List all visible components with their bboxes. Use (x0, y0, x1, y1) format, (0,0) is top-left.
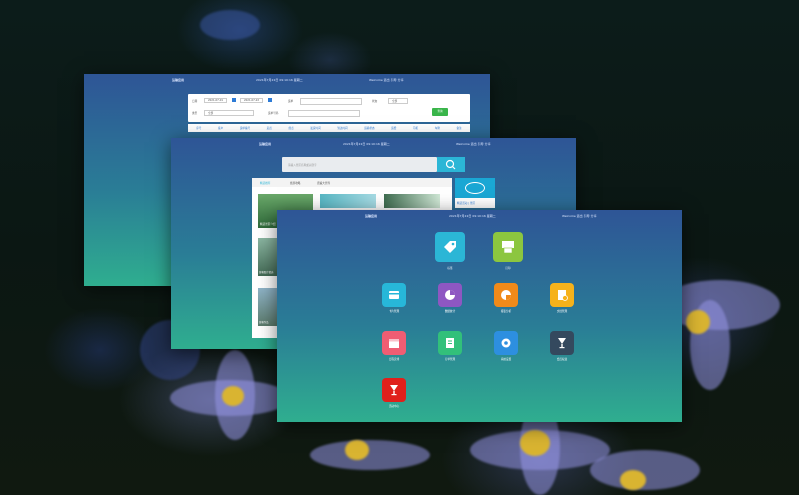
app-schedule[interactable] (382, 331, 406, 355)
top-bar: 运输应用 2021年7月22日 09:10:16 星期二 Welcome 退出 … (84, 74, 490, 86)
promo-text: 精选活动 | 景区 (457, 202, 476, 205)
app-stats[interactable] (438, 283, 462, 307)
search-button[interactable]: 查询 (432, 108, 448, 116)
promo-logo-icon (465, 182, 485, 194)
app-tag[interactable] (435, 232, 465, 262)
search-icon (445, 159, 456, 170)
app-settings[interactable] (494, 331, 518, 355)
photo-card[interactable] (320, 194, 376, 208)
printer-icon (502, 241, 514, 254)
datetime: 2021年7月22日 09:10:16 星期二 (343, 142, 390, 146)
card-icon (389, 291, 399, 299)
app-title: 运输应用 (172, 78, 185, 82)
status-label: 状态 (372, 100, 378, 103)
results-table: 序号 客户 运单编号 起点 终点 发货时间 到达时间 运输状态 运费 司机 车牌… (188, 124, 470, 132)
date-label: 日期 (192, 100, 198, 103)
app-label: 会员权益 (556, 358, 568, 361)
top-bar: 运输应用 2021年7月22日 09:10:16 星期二 Welcome 退出 … (277, 210, 682, 222)
field-input[interactable] (300, 98, 362, 105)
column-header: 发货时间 (310, 127, 321, 130)
cup-icon (390, 385, 398, 396)
app-label: 系统设置 (500, 358, 512, 361)
column-header: 运费 (391, 127, 397, 130)
column-header: 客户 (218, 127, 224, 130)
app-report[interactable] (494, 283, 518, 307)
search-placeholder: 请输入景区名称或关键字 (288, 164, 317, 167)
app-label: 报表分析 (500, 310, 512, 313)
datetime: 2021年7月22日 09:10:16 星期二 (256, 78, 303, 82)
column-header: 到达时间 (337, 127, 348, 130)
app-orders[interactable] (438, 331, 462, 355)
gear-icon (501, 338, 511, 348)
document-icon (558, 290, 568, 301)
tab-bar: 精选推荐 旅游攻略 游遍大世界 (252, 178, 452, 187)
app-label: 卡片管理 (388, 310, 400, 313)
photo-card[interactable] (384, 194, 440, 208)
app-membership[interactable] (550, 331, 574, 355)
app-print[interactable] (493, 232, 523, 262)
card-label: 游客照片精选 (259, 271, 274, 274)
app-title: 运输应用 (365, 214, 378, 218)
column-header: 备注 (456, 127, 462, 130)
window-launcher: 运输应用 2021年7月22日 09:10:16 星期二 Welcome 退出 … (277, 210, 682, 422)
datetime: 2021年7月22日 09:10:16 星期二 (449, 214, 496, 218)
app-label: 标签 (447, 267, 453, 270)
calendar-icon[interactable] (232, 98, 236, 102)
search-input[interactable]: 请输入景区名称或关键字 (282, 157, 437, 172)
app-label: 打印 (505, 267, 511, 270)
column-header: 司机 (412, 127, 419, 130)
pie-chart-icon (445, 290, 455, 300)
app-activity[interactable] (382, 378, 406, 402)
type-label: 类型 (192, 112, 198, 115)
card-label: 精选景区介绍 (260, 223, 276, 226)
calendar-icon[interactable] (268, 98, 272, 102)
promo-banner[interactable]: 精选活动 | 景区 (455, 178, 495, 208)
date-from-input[interactable]: 2021-07-01 (204, 98, 228, 103)
top-bar: 运输应用 2021年7月22日 09:10:16 星期二 Welcome 退出 … (171, 138, 576, 150)
query-form: 日期 2021-07-01 2021-07-22 运单 状态 全部 类型 全部 … (188, 94, 470, 122)
app-title: 运输应用 (259, 142, 272, 146)
column-header: 起点 (266, 127, 272, 130)
column-header: 终点 (288, 127, 294, 130)
app-label: 活动中心 (388, 405, 400, 408)
app-label: 文档管理 (556, 310, 568, 313)
trophy-icon (558, 338, 566, 349)
user-links[interactable]: Welcome 退出 引导 分享 (369, 78, 404, 82)
column-header: 车牌 (434, 127, 440, 130)
column-header: 运单编号 (239, 127, 251, 130)
clipboard-icon (446, 338, 454, 348)
code-input[interactable] (288, 110, 360, 117)
date-to-input[interactable]: 2021-07-22 (240, 98, 264, 103)
user-links[interactable]: Welcome 退出 引导 分享 (456, 142, 491, 146)
search-button[interactable] (437, 157, 465, 172)
tab-guide[interactable]: 旅游攻略 (290, 181, 300, 185)
app-label: 日程安排 (388, 358, 400, 361)
column-header: 运输状态 (364, 127, 375, 130)
code-label: 运单号码 (268, 112, 279, 115)
calendar-icon (389, 339, 399, 348)
tab-world[interactable]: 游遍大世界 (317, 181, 330, 185)
app-card[interactable] (382, 283, 406, 307)
user-links[interactable]: Welcome 退出 引导 分享 (562, 214, 597, 218)
tag-icon (444, 241, 456, 253)
column-header: 序号 (196, 127, 202, 130)
app-docs[interactable] (550, 283, 574, 307)
type-select[interactable]: 全部 (204, 110, 255, 116)
field-label: 运单 (288, 100, 294, 103)
card-label: 游客作品 (259, 321, 269, 324)
app-label: 订单管理 (444, 358, 456, 361)
pie-chart-icon (501, 290, 511, 300)
tab-featured[interactable]: 精选推荐 (260, 181, 270, 185)
status-select[interactable]: 全部 (388, 98, 409, 104)
app-label: 数据统计 (444, 310, 456, 313)
